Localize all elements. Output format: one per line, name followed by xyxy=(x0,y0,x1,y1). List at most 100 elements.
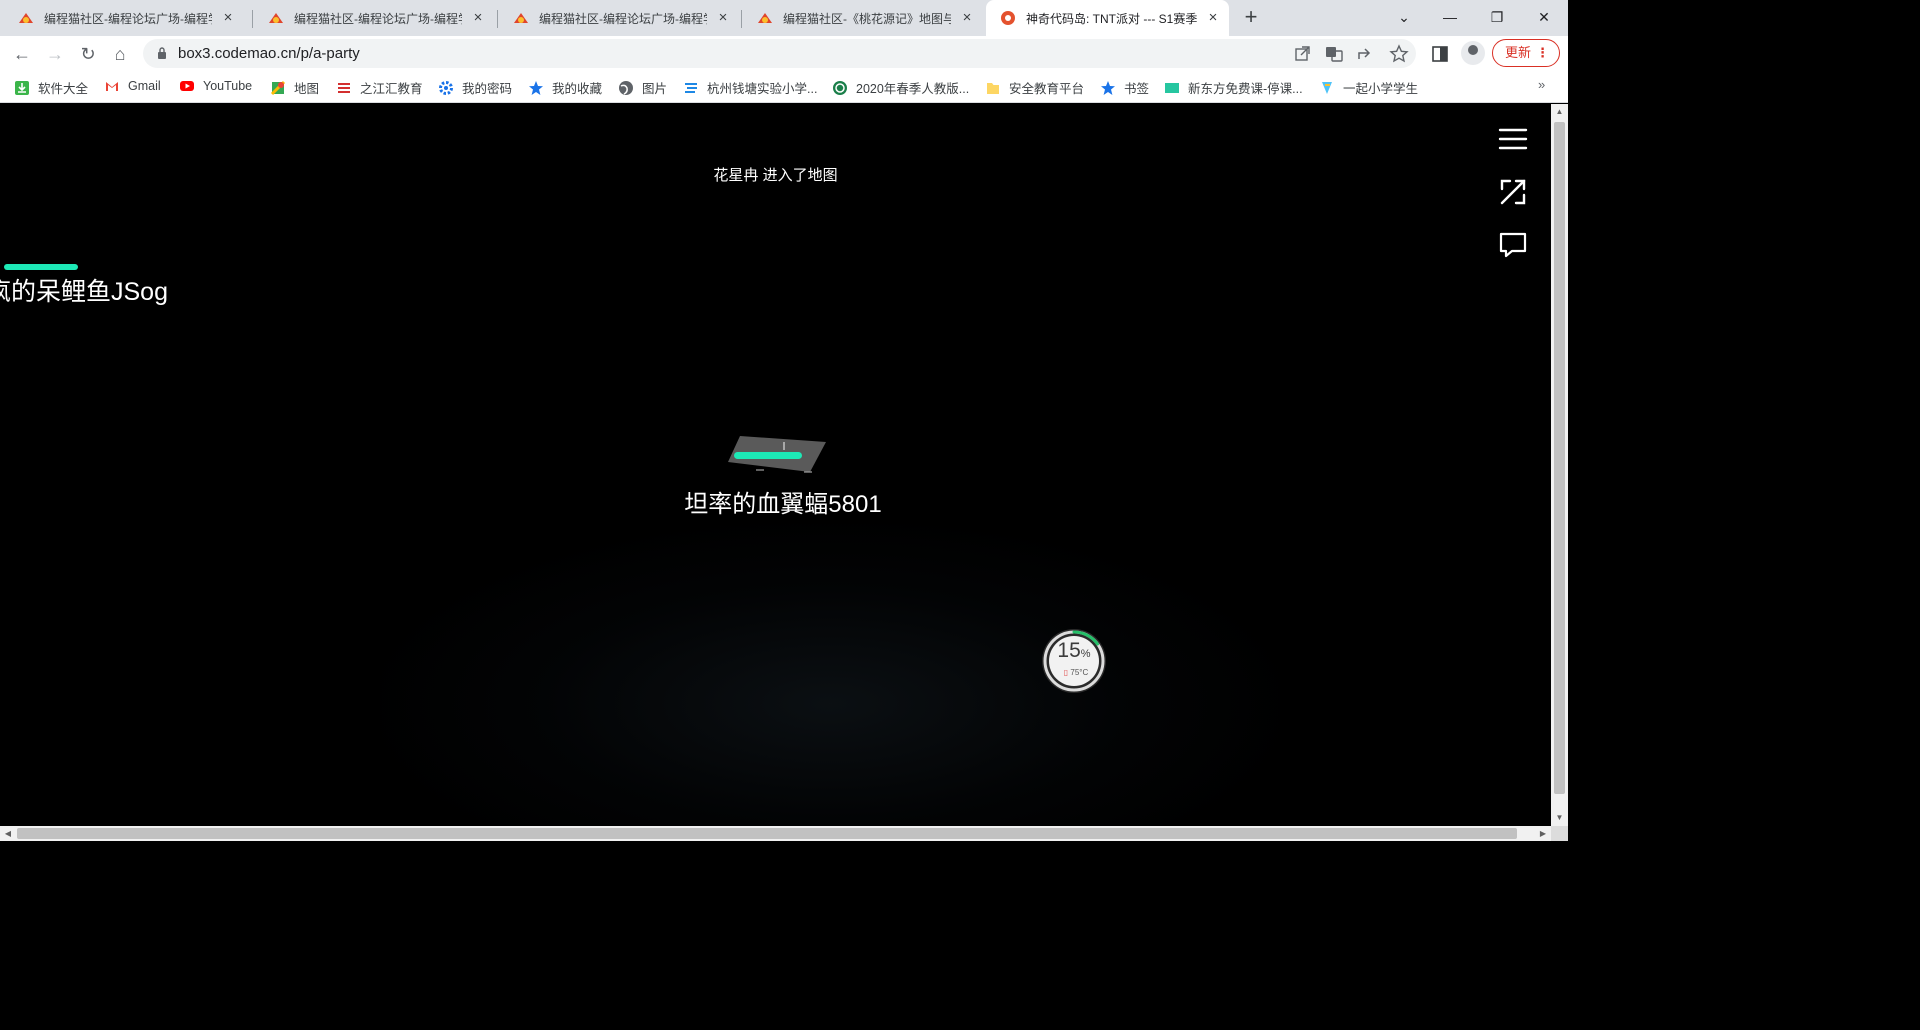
bookmark-item[interactable]: 一起小学学生 xyxy=(1319,78,1418,97)
lock-icon xyxy=(158,47,166,59)
bookmark-label: 我的收藏 xyxy=(552,82,603,96)
youtube-icon xyxy=(180,81,194,91)
scroll-thumb[interactable] xyxy=(17,828,1517,839)
tab-separator xyxy=(741,10,742,28)
bookmark-label: Gmail xyxy=(128,79,161,93)
bookmark-label: 新东方免费课-停课... xyxy=(1188,82,1303,96)
tab-strip: 编程猫社区-编程论坛广场-编程学 × 编程猫社区-编程论坛广场-编程学 × 编程… xyxy=(0,0,1568,36)
zjh-icon xyxy=(338,82,350,93)
bookmarks-more-button[interactable]: » xyxy=(1538,77,1545,92)
tab-2[interactable]: 编程猫社区-编程论坛广场-编程学 × xyxy=(254,0,494,36)
download-icon xyxy=(15,80,29,95)
bookmark-label: 2020年春季人教版... xyxy=(856,82,970,96)
bookmark-item[interactable]: 安全教育平台 xyxy=(985,78,1084,97)
close-icon[interactable]: × xyxy=(1205,10,1221,26)
home-button[interactable]: ⌂ xyxy=(106,40,134,68)
bookmark-label: 书签 xyxy=(1124,82,1150,96)
gmail-icon xyxy=(106,82,118,91)
url-text: box3.codemao.cn/p/a-party xyxy=(178,45,360,62)
bookmark-label: 地图 xyxy=(294,82,320,96)
performance-gauge: 15% ▯ 75°C xyxy=(1040,627,1108,695)
forward-button[interactable]: → xyxy=(41,40,69,68)
folder-icon xyxy=(987,82,999,94)
tab-4[interactable]: 编程猫社区-《桃花源记》地图与 × xyxy=(743,0,983,36)
star-icon xyxy=(1101,80,1115,95)
bookmark-item[interactable]: 杭州钱塘实验小学... xyxy=(683,78,817,97)
fullscreen-icon[interactable] xyxy=(1496,175,1530,209)
codemao-icon xyxy=(514,13,528,23)
bookmark-item[interactable]: 新东方免费课-停课... xyxy=(1164,78,1303,97)
close-icon[interactable]: × xyxy=(715,10,731,26)
gauge-temperature: ▯ 75°C xyxy=(1063,668,1089,677)
close-window-button[interactable]: ✕ xyxy=(1521,0,1567,34)
scroll-left-arrow[interactable]: ◀ xyxy=(0,826,16,841)
tab-3[interactable]: 编程猫社区-编程论坛广场-编程学 × xyxy=(499,0,739,36)
gear-icon xyxy=(439,80,453,95)
bookmark-item[interactable]: 图片 xyxy=(618,78,667,97)
tab-title: 神奇代码岛: TNT派对 --- S1赛季 xyxy=(1026,11,1197,26)
bookmark-item[interactable]: 2020年春季人教版... xyxy=(832,78,969,97)
pep-icon xyxy=(833,80,847,95)
scrollbar-corner xyxy=(1551,826,1568,841)
menu-icon: ⋮ xyxy=(1536,45,1549,60)
player-avatar xyxy=(728,436,826,473)
tab-title: 编程猫社区-编程论坛广场-编程学 xyxy=(294,11,462,26)
tab-search-button[interactable]: ⌄ xyxy=(1381,0,1427,34)
bookmark-label: 一起小学学生 xyxy=(1343,82,1419,96)
vertical-scrollbar[interactable]: ▲ ▼ xyxy=(1551,104,1568,826)
bookmark-item[interactable]: 之江汇教育 xyxy=(336,78,423,97)
browser-window: 编程猫社区-编程论坛广场-编程学 × 编程猫社区-编程论坛广场-编程学 × 编程… xyxy=(0,0,1568,841)
bookmarks-bar: 软件大全 Gmail YouTube 地图 之江汇教育 我的密码 我的收藏 图片… xyxy=(0,71,1568,103)
bookmark-item[interactable]: 软件大全 xyxy=(14,78,88,97)
gauge-percent: 15% xyxy=(1057,639,1091,662)
share-icon[interactable] xyxy=(1355,43,1377,65)
codemao-icon xyxy=(19,13,33,23)
xdf-icon xyxy=(1165,82,1179,93)
tab-title: 编程猫社区-编程论坛广场-编程学 xyxy=(44,11,212,26)
close-icon[interactable]: × xyxy=(959,10,975,26)
tab-active[interactable]: 神奇代码岛: TNT派对 --- S1赛季 × xyxy=(986,0,1229,36)
address-bar[interactable]: box3.codemao.cn/p/a-party xyxy=(143,39,1416,68)
open-in-new-icon[interactable] xyxy=(1291,43,1313,65)
box3-icon xyxy=(1001,11,1015,25)
toolbar: ← → ↻ ⌂ box3.codemao.cn/p/a-party 更新 ⋮ xyxy=(0,36,1568,71)
bookmark-item[interactable]: 地图 xyxy=(270,78,319,97)
side-panel-icon[interactable] xyxy=(1430,44,1450,64)
star-icon xyxy=(529,80,543,95)
bookmark-item[interactable]: Gmail xyxy=(104,78,161,94)
tab-separator xyxy=(252,10,253,28)
bookmark-label: 图片 xyxy=(642,82,668,96)
bookmark-label: 杭州钱塘实验小学... xyxy=(707,82,818,96)
horizontal-scrollbar[interactable]: ◀ ▶ xyxy=(0,826,1551,841)
translate-icon[interactable] xyxy=(1323,43,1345,65)
reload-button[interactable]: ↻ xyxy=(74,40,102,68)
close-icon[interactable]: × xyxy=(220,10,236,26)
tab-1[interactable]: 编程猫社区-编程论坛广场-编程学 × xyxy=(4,0,244,36)
tab-title: 编程猫社区-《桃花源记》地图与 xyxy=(783,11,951,26)
scroll-thumb[interactable] xyxy=(1554,122,1565,794)
bookmark-item[interactable]: 我的密码 xyxy=(438,78,512,97)
menu-icon[interactable] xyxy=(1496,122,1530,156)
new-tab-button[interactable]: + xyxy=(1238,5,1264,31)
bookmark-item[interactable]: 我的收藏 xyxy=(528,78,602,97)
bookmark-item[interactable]: 书签 xyxy=(1100,78,1149,97)
game-viewport[interactable]: 花星冉 进入了地图 疯的呆鲤鱼JSog 坦率的血翼蝠5801 15% ▯ 75°… xyxy=(0,104,1551,826)
bookmark-star-icon[interactable] xyxy=(1388,43,1410,65)
update-label: 更新 xyxy=(1505,45,1532,60)
other-player-health-bar xyxy=(4,264,78,270)
profile-avatar[interactable] xyxy=(1461,41,1485,65)
close-icon[interactable]: × xyxy=(470,10,486,26)
minimize-button[interactable]: — xyxy=(1427,0,1473,34)
scroll-right-arrow[interactable]: ▶ xyxy=(1535,826,1551,841)
update-button[interactable]: 更新 ⋮ xyxy=(1492,39,1560,67)
scroll-up-arrow[interactable]: ▲ xyxy=(1551,104,1568,120)
restore-button[interactable]: ❐ xyxy=(1474,0,1520,34)
maps-icon xyxy=(270,80,286,95)
bookmark-item[interactable]: YouTube xyxy=(179,78,252,94)
scroll-down-arrow[interactable]: ▼ xyxy=(1551,810,1568,826)
tab-title: 编程猫社区-编程论坛广场-编程学 xyxy=(539,11,707,26)
school-icon xyxy=(685,82,697,93)
bookmark-label: 之江汇教育 xyxy=(360,82,423,96)
chat-icon[interactable] xyxy=(1496,228,1530,262)
back-button[interactable]: ← xyxy=(8,40,36,68)
